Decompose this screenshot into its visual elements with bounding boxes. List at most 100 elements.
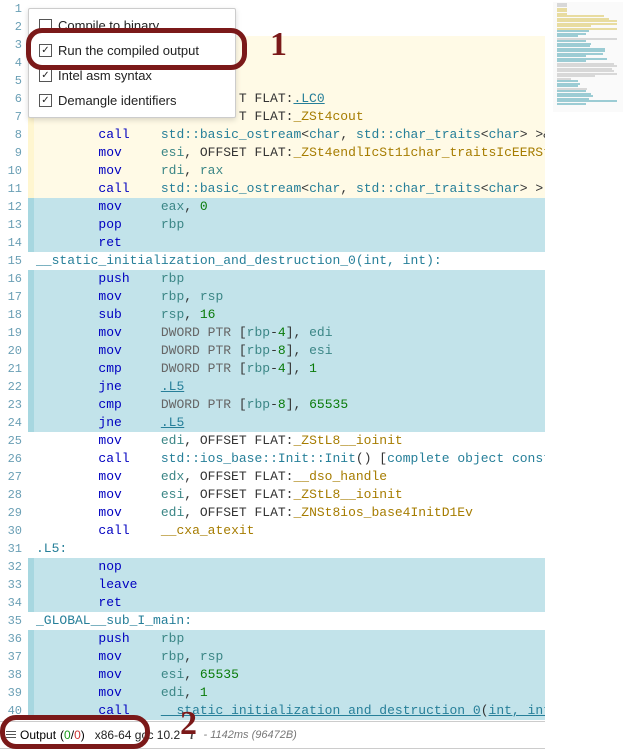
line-number: 13: [0, 216, 28, 234]
line-number: 17: [0, 288, 28, 306]
line-number: 24: [0, 414, 28, 432]
code-line[interactable]: 27 mov edx, OFFSET FLAT:__dso_handle: [0, 468, 545, 486]
code-line[interactable]: 32 nop: [0, 558, 545, 576]
code-content: mov eax, 0: [34, 198, 545, 216]
code-line[interactable]: 26 call std::ios_base::Init::Init() [com…: [0, 450, 545, 468]
compiler-label[interactable]: x86-64 gcc 10.2: [95, 728, 180, 742]
code-line[interactable]: 9 mov esi, OFFSET FLAT:_ZSt4endlIcSt11ch…: [0, 144, 545, 162]
line-number: 34: [0, 594, 28, 612]
code-content: sub rsp, 16: [34, 306, 545, 324]
code-line[interactable]: 30 call __cxa_atexit: [0, 522, 545, 540]
code-content: call std::basic_ostream<char, std::char_…: [34, 126, 545, 144]
line-number: 21: [0, 360, 28, 378]
line-number: 8: [0, 126, 28, 144]
line-number: 11: [0, 180, 28, 198]
line-number: 35: [0, 612, 28, 630]
dropdown-item-3[interactable]: Demangle identifiers: [29, 88, 235, 113]
line-number: 19: [0, 324, 28, 342]
code-line[interactable]: 19 mov DWORD PTR [rbp-4], edi: [0, 324, 545, 342]
checkbox-icon: [39, 44, 52, 57]
line-number: 2: [0, 18, 28, 36]
code-line[interactable]: 35 _GLOBAL__sub_I_main:: [0, 612, 545, 630]
code-line[interactable]: 17 mov rbp, rsp: [0, 288, 545, 306]
output-count-err: 0: [74, 728, 81, 742]
line-number: 18: [0, 306, 28, 324]
code-content: mov DWORD PTR [rbp-8], esi: [34, 342, 545, 360]
code-content: call std::basic_ostream<char, std::char_…: [34, 180, 545, 198]
code-content: push rbp: [34, 270, 545, 288]
code-line[interactable]: 10 mov rdi, rax: [0, 162, 545, 180]
code-content: mov esi, 65535: [34, 666, 545, 684]
line-number: 29: [0, 504, 28, 522]
line-number: 12: [0, 198, 28, 216]
line-number: 4: [0, 54, 28, 72]
code-line[interactable]: 14 ret: [0, 234, 545, 252]
code-content: cmp DWORD PTR [rbp-4], 1: [34, 360, 545, 378]
line-number: 30: [0, 522, 28, 540]
code-content: mov edi, OFFSET FLAT:_ZNSt8ios_base4Init…: [34, 504, 545, 522]
code-line[interactable]: 39 mov edi, 1: [0, 684, 545, 702]
line-number: 32: [0, 558, 28, 576]
code-content: mov DWORD PTR [rbp-4], edi: [34, 324, 545, 342]
code-content: .L5:: [34, 540, 545, 558]
annotation-number-1: 1: [270, 26, 287, 64]
output-count-ok: 0: [64, 728, 71, 742]
line-number: 22: [0, 378, 28, 396]
code-line[interactable]: 23 cmp DWORD PTR [rbp-8], 65535: [0, 396, 545, 414]
code-line[interactable]: 12 mov eax, 0: [0, 198, 545, 216]
code-line[interactable]: 24 jne .L5: [0, 414, 545, 432]
output-button[interactable]: Output (0/0): [6, 728, 85, 742]
status-bar: Output (0/0) x86-64 gcc 10.2 i - 1142ms …: [0, 721, 545, 749]
code-line[interactable]: 25 mov edi, OFFSET FLAT:_ZStL8__ioinit: [0, 432, 545, 450]
code-line[interactable]: 8 call std::basic_ostream<char, std::cha…: [0, 126, 545, 144]
line-number: 3: [0, 36, 28, 54]
annotation-number-2: 2: [180, 705, 197, 743]
code-content: __static_initialization_and_destruction_…: [34, 252, 545, 270]
line-number: 36: [0, 630, 28, 648]
code-content: _GLOBAL__sub_I_main:: [34, 612, 545, 630]
dropdown-item-label: Demangle identifiers: [58, 93, 177, 108]
code-line[interactable]: 40 call __static_initialization_and_dest…: [0, 702, 545, 720]
dropdown-item-0[interactable]: Compile to binary: [29, 13, 235, 38]
dropdown-item-2[interactable]: Intel asm syntax: [29, 63, 235, 88]
code-line[interactable]: 20 mov DWORD PTR [rbp-8], esi: [0, 342, 545, 360]
line-number: 16: [0, 270, 28, 288]
code-content: mov rdi, rax: [34, 162, 545, 180]
line-number: 38: [0, 666, 28, 684]
code-line[interactable]: 33 leave: [0, 576, 545, 594]
checkbox-icon: [39, 19, 52, 32]
code-content: pop rbp: [34, 216, 545, 234]
dropdown-item-1[interactable]: Run the compiled output: [29, 38, 235, 63]
output-label: Output: [20, 728, 56, 742]
code-line[interactable]: 13 pop rbp: [0, 216, 545, 234]
code-content: jne .L5: [34, 378, 545, 396]
code-content: mov rbp, rsp: [34, 648, 545, 666]
code-line[interactable]: 18 sub rsp, 16: [0, 306, 545, 324]
line-number: 5: [0, 72, 28, 90]
line-number: 31: [0, 540, 28, 558]
dropdown-item-label: Compile to binary: [58, 18, 159, 33]
code-line[interactable]: 16 push rbp: [0, 270, 545, 288]
code-line[interactable]: 22 jne .L5: [0, 378, 545, 396]
line-number: 28: [0, 486, 28, 504]
code-line[interactable]: 28 mov esi, OFFSET FLAT:_ZStL8__ioinit: [0, 486, 545, 504]
code-line[interactable]: 37 mov rbp, rsp: [0, 648, 545, 666]
code-content: call std::ios_base::Init::Init() [comple…: [34, 450, 545, 468]
code-content: mov esi, OFFSET FLAT:_ZSt4endlIcSt11char…: [34, 144, 545, 162]
code-line[interactable]: 15__static_initialization_and_destructio…: [0, 252, 545, 270]
line-number: 10: [0, 162, 28, 180]
code-line[interactable]: 36 push rbp: [0, 630, 545, 648]
line-number: 6: [0, 90, 28, 108]
minimap[interactable]: [553, 2, 623, 112]
options-dropdown: Compile to binary Run the compiled output…: [28, 8, 236, 118]
code-line[interactable]: 29 mov edi, OFFSET FLAT:_ZNSt8ios_base4I…: [0, 504, 545, 522]
code-line[interactable]: 21 cmp DWORD PTR [rbp-4], 1: [0, 360, 545, 378]
code-content: mov esi, OFFSET FLAT:_ZStL8__ioinit: [34, 486, 545, 504]
dropdown-item-label: Intel asm syntax: [58, 68, 152, 83]
code-line[interactable]: 11 call std::basic_ostream<char, std::ch…: [0, 180, 545, 198]
line-number: 40: [0, 702, 28, 720]
code-line[interactable]: 31 .L5:: [0, 540, 545, 558]
code-line[interactable]: 38 mov esi, 65535: [0, 666, 545, 684]
code-line[interactable]: 34 ret: [0, 594, 545, 612]
line-number: 7: [0, 108, 28, 126]
